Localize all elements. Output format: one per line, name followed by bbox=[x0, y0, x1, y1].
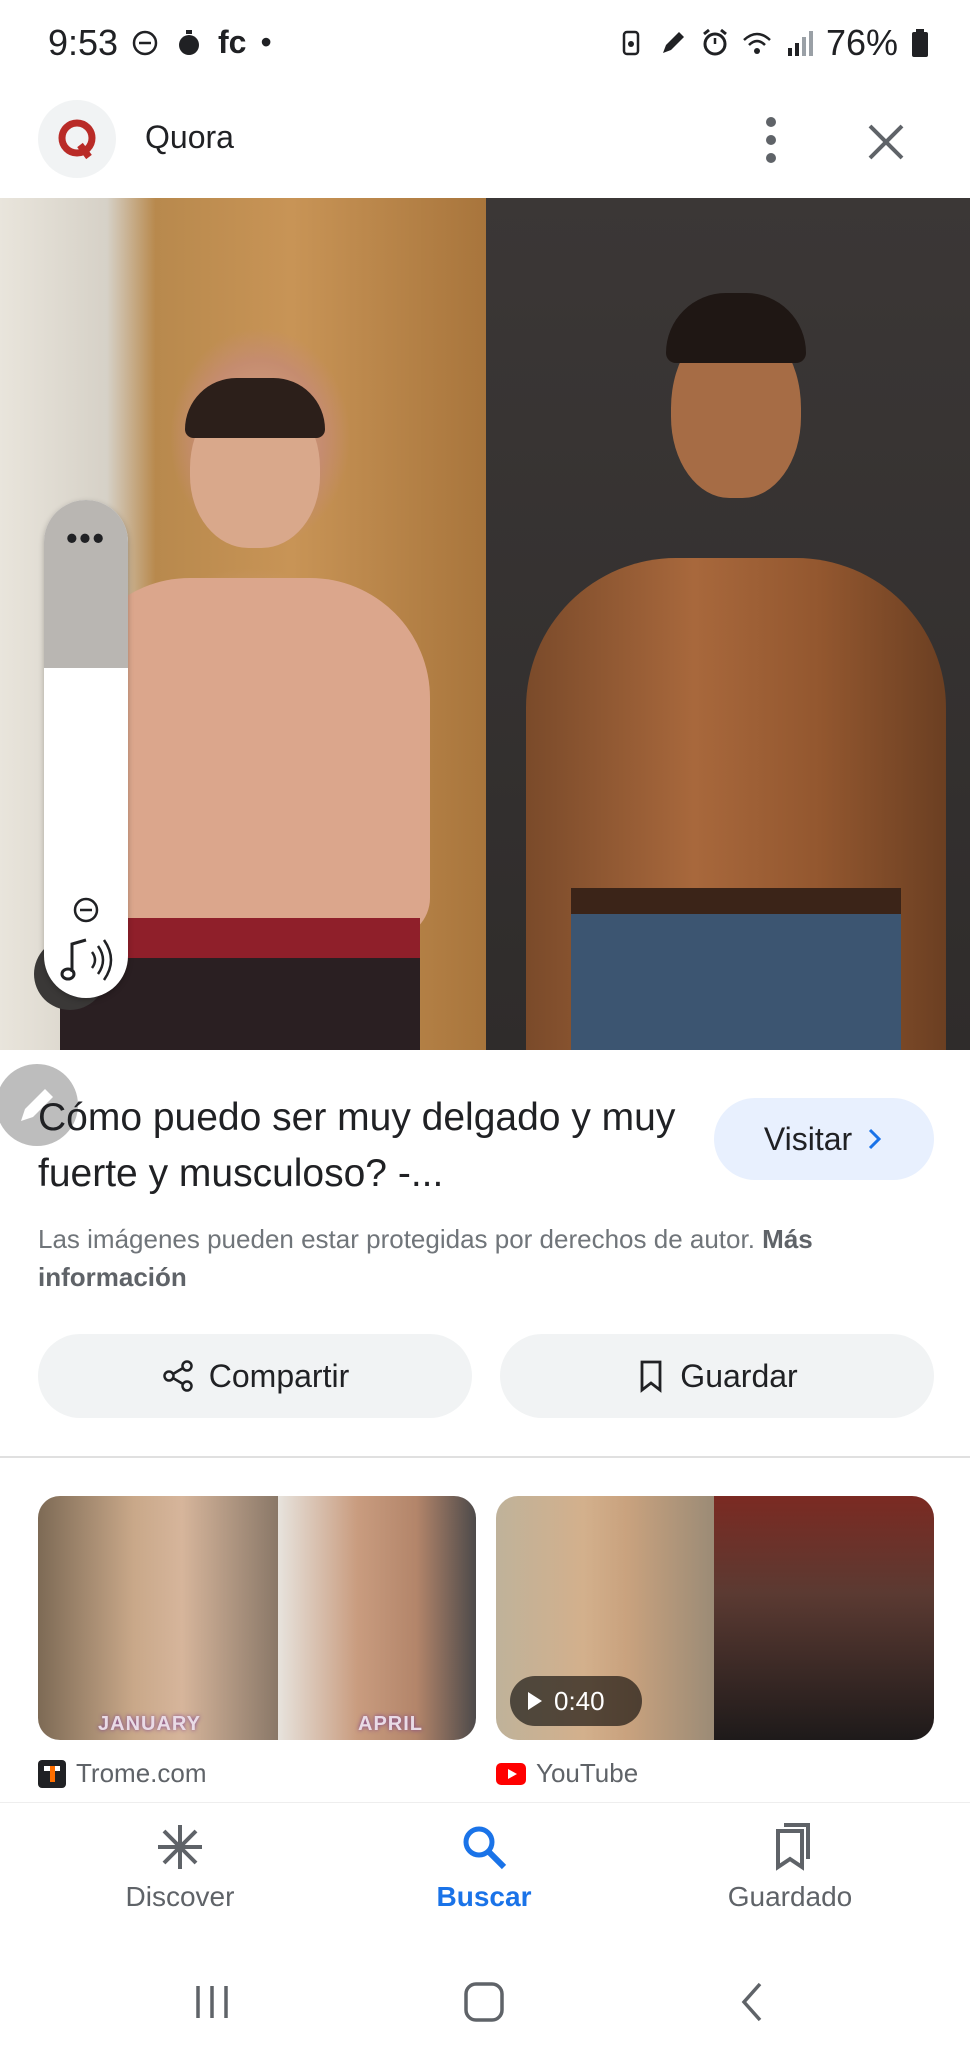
pen-icon bbox=[662, 32, 684, 53]
play-icon bbox=[528, 1692, 542, 1710]
result-title[interactable]: Cómo puedo ser muy delgado y muy fuerte … bbox=[38, 1090, 688, 1202]
floating-media-panel[interactable]: ••• bbox=[44, 500, 128, 998]
youtube-icon bbox=[496, 1762, 526, 1785]
battery-saver-icon bbox=[622, 30, 640, 56]
source-youtube[interactable]: YouTube bbox=[496, 1758, 638, 1789]
status-time: 9:53 bbox=[48, 22, 119, 63]
music-sound-icon[interactable] bbox=[58, 932, 118, 988]
panel-menu-icon[interactable]: ••• bbox=[44, 520, 128, 557]
status-left-icons: fc • bbox=[130, 24, 272, 61]
system-navigation-bar bbox=[0, 1952, 970, 2048]
copyright-text: Las imágenes pueden estar protegidas por… bbox=[38, 1224, 755, 1254]
quora-logo-icon bbox=[58, 119, 96, 160]
related-image-trome[interactable]: JANUARY APRIL bbox=[38, 1496, 476, 1740]
result-image[interactable] bbox=[0, 198, 970, 1050]
trome-favicon-icon bbox=[38, 1759, 66, 1788]
save-label: Guardar bbox=[680, 1357, 798, 1394]
more-vert-icon bbox=[766, 117, 776, 163]
share-label: Compartir bbox=[208, 1357, 350, 1394]
source-label: Trome.com bbox=[76, 1758, 207, 1788]
bookmark-icon bbox=[640, 1360, 662, 1393]
home-icon[interactable] bbox=[454, 1972, 514, 2032]
nav-saved[interactable]: Guardado bbox=[670, 1821, 910, 1913]
battery-icon bbox=[912, 29, 928, 57]
caption-january: JANUARY bbox=[98, 1713, 201, 1735]
recent-apps-icon[interactable] bbox=[182, 1972, 242, 2032]
wifi-icon bbox=[743, 32, 771, 54]
battery-percent: 76% bbox=[825, 22, 898, 63]
viewer-header: Quora bbox=[0, 92, 970, 198]
asterisk-icon bbox=[158, 1825, 202, 1869]
save-button[interactable]: Guardar bbox=[500, 1334, 934, 1418]
related-video-youtube[interactable]: 0:40 bbox=[496, 1496, 934, 1740]
copyright-notice: Las imágenes pueden estar protegidas por… bbox=[38, 1220, 918, 1296]
alarm-icon bbox=[703, 28, 727, 56]
video-duration: 0:40 bbox=[554, 1685, 605, 1716]
dnd-icon bbox=[132, 30, 158, 55]
search-icon bbox=[463, 1826, 507, 1870]
minimize-icon[interactable] bbox=[72, 896, 100, 924]
visit-label: Visitar bbox=[763, 1120, 853, 1157]
visit-button[interactable]: Visitar bbox=[714, 1098, 934, 1180]
quora-favicon bbox=[38, 100, 116, 178]
video-duration-badge: 0:40 bbox=[510, 1676, 642, 1726]
nav-search[interactable]: Buscar bbox=[364, 1821, 604, 1913]
nav-saved-label: Guardado bbox=[727, 1881, 853, 1912]
bookmarks-icon bbox=[776, 1823, 810, 1871]
site-title: Quora bbox=[145, 119, 234, 155]
nav-discover[interactable]: Discover bbox=[60, 1821, 300, 1913]
dot-indicator: • bbox=[260, 24, 272, 60]
back-icon[interactable] bbox=[724, 1972, 784, 2032]
close-icon bbox=[868, 124, 904, 160]
signal-icon bbox=[787, 31, 813, 56]
stopwatch-icon bbox=[179, 29, 199, 55]
nav-discover-label: Discover bbox=[125, 1881, 235, 1912]
share-button[interactable]: Compartir bbox=[38, 1334, 472, 1418]
after-photo bbox=[486, 198, 970, 1050]
source-trome[interactable]: Trome.com bbox=[38, 1758, 207, 1789]
fc-indicator: fc bbox=[218, 24, 247, 60]
nav-search-label: Buscar bbox=[436, 1881, 532, 1912]
status-right-icons: 76% bbox=[616, 22, 930, 64]
bottom-navigation: Discover Buscar Guardado bbox=[0, 1802, 970, 1952]
close-button[interactable] bbox=[856, 112, 916, 172]
status-bar: 9:53 fc • 76% bbox=[0, 0, 970, 92]
caption-april: APRIL bbox=[358, 1713, 423, 1735]
chevron-right-icon bbox=[869, 1128, 882, 1150]
source-label: YouTube bbox=[536, 1758, 639, 1788]
divider bbox=[0, 1456, 970, 1458]
share-icon bbox=[163, 1360, 193, 1392]
more-options-button[interactable] bbox=[745, 110, 797, 170]
